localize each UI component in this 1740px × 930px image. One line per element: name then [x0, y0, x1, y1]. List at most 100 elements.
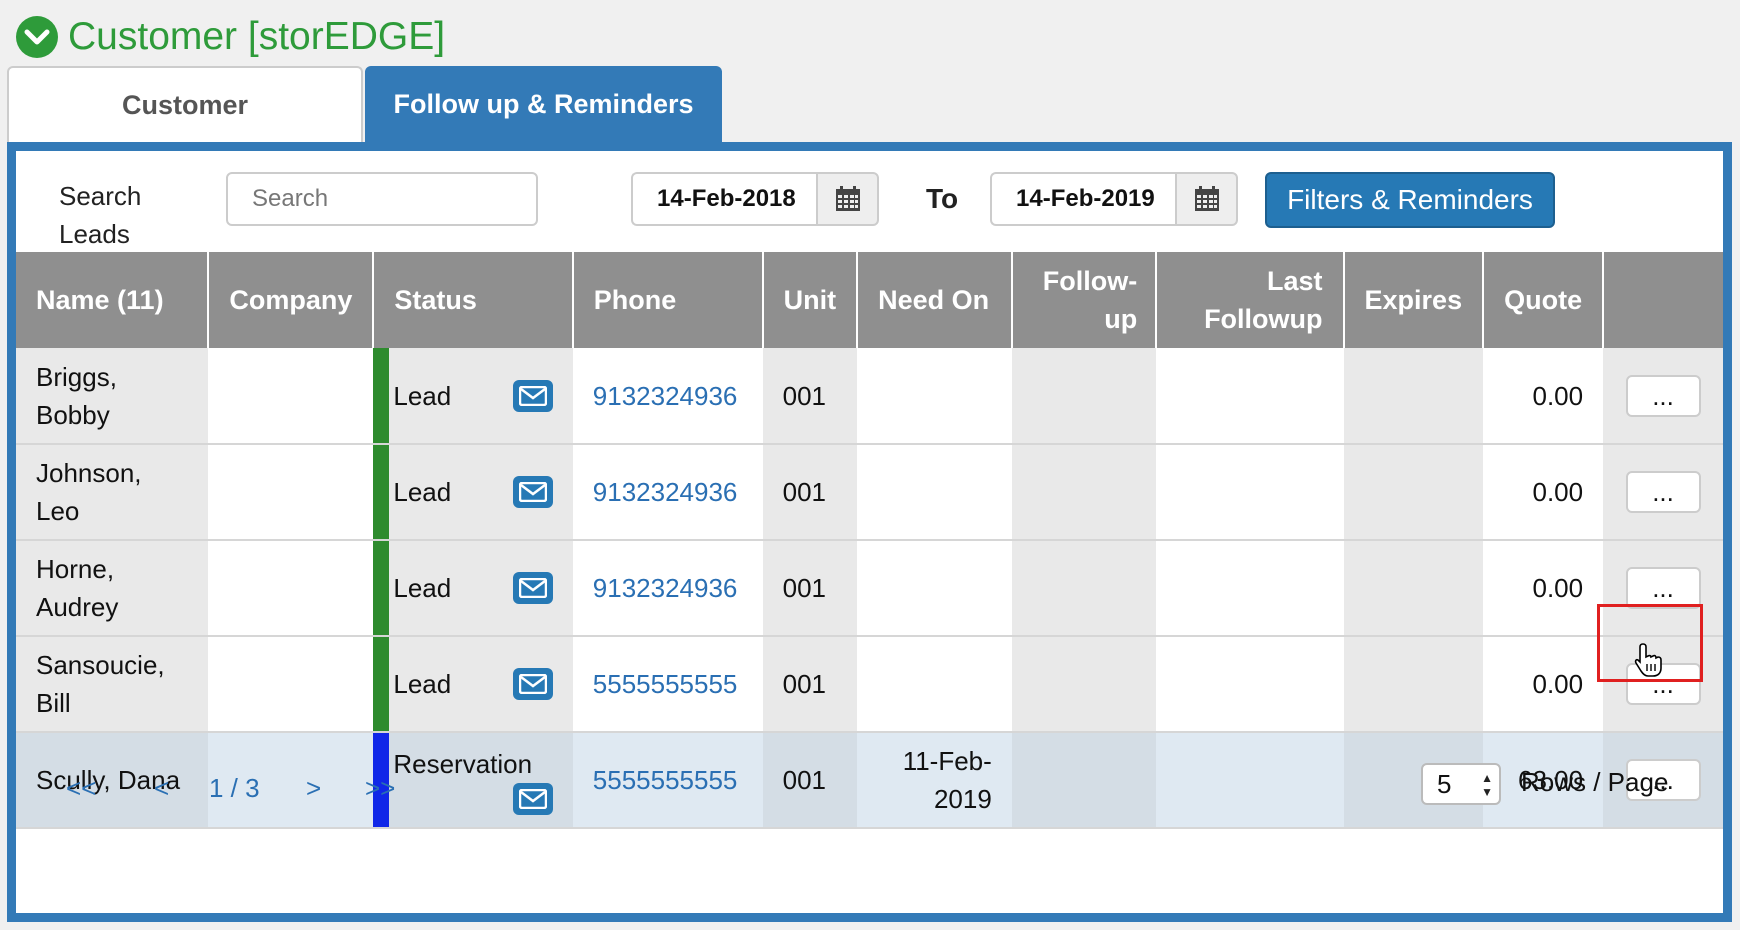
- cell-need-on: [857, 348, 1012, 445]
- select-arrows-icon: ▲ ▼: [1481, 771, 1493, 799]
- cell-name: Horne, Audrey: [16, 540, 209, 637]
- cell-need-on: [857, 444, 1012, 541]
- col-last-followup-header[interactable]: Last Followup: [1156, 252, 1345, 348]
- cell-last-followup: [1156, 636, 1344, 733]
- date-to-label: To: [926, 183, 959, 214]
- cell-company: [208, 444, 374, 541]
- app-window: Customer [storEDGE] Customer Follow up &…: [0, 0, 1740, 930]
- col-name-header[interactable]: Name (11): [16, 252, 210, 348]
- pager-last[interactable]: >>: [365, 773, 395, 813]
- status-color-bar: [373, 445, 390, 539]
- envelope-icon[interactable]: [512, 379, 553, 412]
- chevron-down-circle-icon[interactable]: [16, 16, 58, 58]
- date-to-group: [990, 172, 1238, 226]
- name-line2: Bobby: [36, 399, 110, 430]
- calendar-from-button[interactable]: [816, 172, 879, 226]
- search-input[interactable]: [226, 172, 538, 226]
- name-line2: Leo: [36, 496, 80, 526]
- cell-actions: ...: [1603, 348, 1723, 445]
- status-text: Lead: [393, 669, 452, 699]
- cell-last-followup: [1156, 732, 1344, 829]
- search-label-line1: Search: [59, 181, 142, 211]
- cell-status: Lead: [373, 540, 573, 637]
- col-expires-header[interactable]: Expires: [1343, 252, 1485, 348]
- cell-need-on: [857, 636, 1012, 733]
- table-row[interactable]: Johnson, Leo Lead 9132324936 001 0.00 ..…: [16, 444, 1723, 541]
- cell-name: Johnson, Leo: [16, 444, 209, 541]
- cell-unit: 001: [762, 540, 858, 637]
- cell-company: [208, 636, 374, 733]
- col-need-on-header[interactable]: Need On: [857, 252, 1013, 348]
- rows-per-page-value: 5: [1437, 768, 1452, 799]
- name-line2: Bill: [36, 688, 71, 718]
- table-row[interactable]: Horne, Audrey Lead 9132324936 001 0.00 .…: [16, 540, 1723, 637]
- table-row[interactable]: Briggs, Bobby Lead 9132324936 001 0.00 .…: [16, 348, 1723, 445]
- cell-expires: [1343, 540, 1484, 637]
- cell-quote: 0.00: [1483, 348, 1604, 445]
- pager-prev[interactable]: <: [154, 773, 169, 813]
- name-line1: Horne,: [36, 554, 115, 584]
- rows-per-page-select[interactable]: 5 ▲ ▼: [1421, 763, 1501, 805]
- cell-phone-link[interactable]: 9132324936: [572, 444, 763, 541]
- section-header[interactable]: Customer [storEDGE]: [16, 12, 445, 62]
- cell-name: Briggs, Bobby: [16, 348, 209, 445]
- status-color-bar: [373, 637, 390, 731]
- cell-expires: [1343, 636, 1484, 733]
- cell-quote: 0.00: [1483, 636, 1604, 733]
- more-actions-button[interactable]: ...: [1625, 471, 1701, 513]
- status-text: Reservation: [393, 749, 533, 779]
- col-followup-header[interactable]: Follow-up: [1011, 252, 1158, 348]
- name-line1: Johnson,: [36, 458, 142, 488]
- calendar-icon: [835, 186, 860, 211]
- cell-phone-link[interactable]: 9132324936: [572, 348, 763, 445]
- status-text: Lead: [393, 477, 452, 507]
- rows-per-page-label: Rows / Page: [1521, 767, 1669, 797]
- need-on-line2: 2019: [933, 784, 992, 814]
- cell-unit: 001: [762, 444, 858, 541]
- col-company-header[interactable]: Company: [208, 252, 375, 348]
- col-unit-header[interactable]: Unit: [762, 252, 859, 348]
- col-status-header[interactable]: Status: [373, 252, 574, 348]
- cell-phone-link[interactable]: 5555555555: [572, 732, 763, 829]
- date-from-input[interactable]: [631, 172, 816, 226]
- cell-name: Sansoucie, Bill: [16, 636, 209, 733]
- status-text: Lead: [393, 380, 452, 411]
- cell-followup: [1011, 732, 1157, 829]
- need-on-line1: 11-Feb-: [902, 746, 992, 776]
- table-row[interactable]: Sansoucie, Bill Lead 5555555555 001 0.00…: [16, 636, 1723, 733]
- envelope-icon[interactable]: [512, 476, 553, 508]
- cell-status: Lead: [373, 444, 573, 541]
- cell-phone-link[interactable]: 5555555555: [572, 636, 763, 733]
- envelope-icon[interactable]: [512, 783, 553, 815]
- tab-follow-up-reminders[interactable]: Follow up & Reminders: [365, 66, 722, 142]
- filters-reminders-button[interactable]: Filters & Reminders: [1265, 172, 1555, 228]
- cell-phone-link[interactable]: 9132324936: [572, 540, 763, 637]
- col-quote-header[interactable]: Quote: [1483, 252, 1605, 348]
- cell-company: [208, 540, 374, 637]
- cell-status: Lead: [373, 348, 573, 445]
- pager-next[interactable]: >: [306, 773, 321, 813]
- cell-expires: [1343, 444, 1484, 541]
- cell-last-followup: [1156, 348, 1344, 445]
- date-to-input[interactable]: [990, 172, 1175, 226]
- cell-quote: 0.00: [1483, 540, 1604, 637]
- cell-unit: 001: [762, 348, 858, 445]
- name-line1: Briggs,: [36, 361, 117, 392]
- tab-customer[interactable]: Customer: [7, 66, 363, 142]
- envelope-icon[interactable]: [512, 668, 553, 700]
- cell-followup: [1011, 636, 1157, 733]
- pager-first[interactable]: <<: [66, 773, 96, 813]
- col-phone-header[interactable]: Phone: [572, 252, 764, 348]
- cell-followup: [1011, 540, 1157, 637]
- table-header-row: Name (11) Company Status Phone Unit Need…: [16, 252, 1723, 348]
- more-actions-button[interactable]: ...: [1625, 567, 1701, 609]
- cell-unit: 001: [762, 636, 858, 733]
- cell-last-followup: [1156, 444, 1344, 541]
- calendar-to-button[interactable]: [1175, 172, 1238, 226]
- more-actions-button[interactable]: ...: [1625, 374, 1701, 417]
- page-title: Customer [storEDGE]: [68, 15, 446, 58]
- envelope-icon[interactable]: [512, 572, 553, 604]
- cell-unit: 001: [762, 732, 858, 829]
- leads-table: Name (11) Company Status Phone Unit Need…: [16, 252, 1723, 829]
- name-line1: Sansoucie,: [36, 650, 165, 680]
